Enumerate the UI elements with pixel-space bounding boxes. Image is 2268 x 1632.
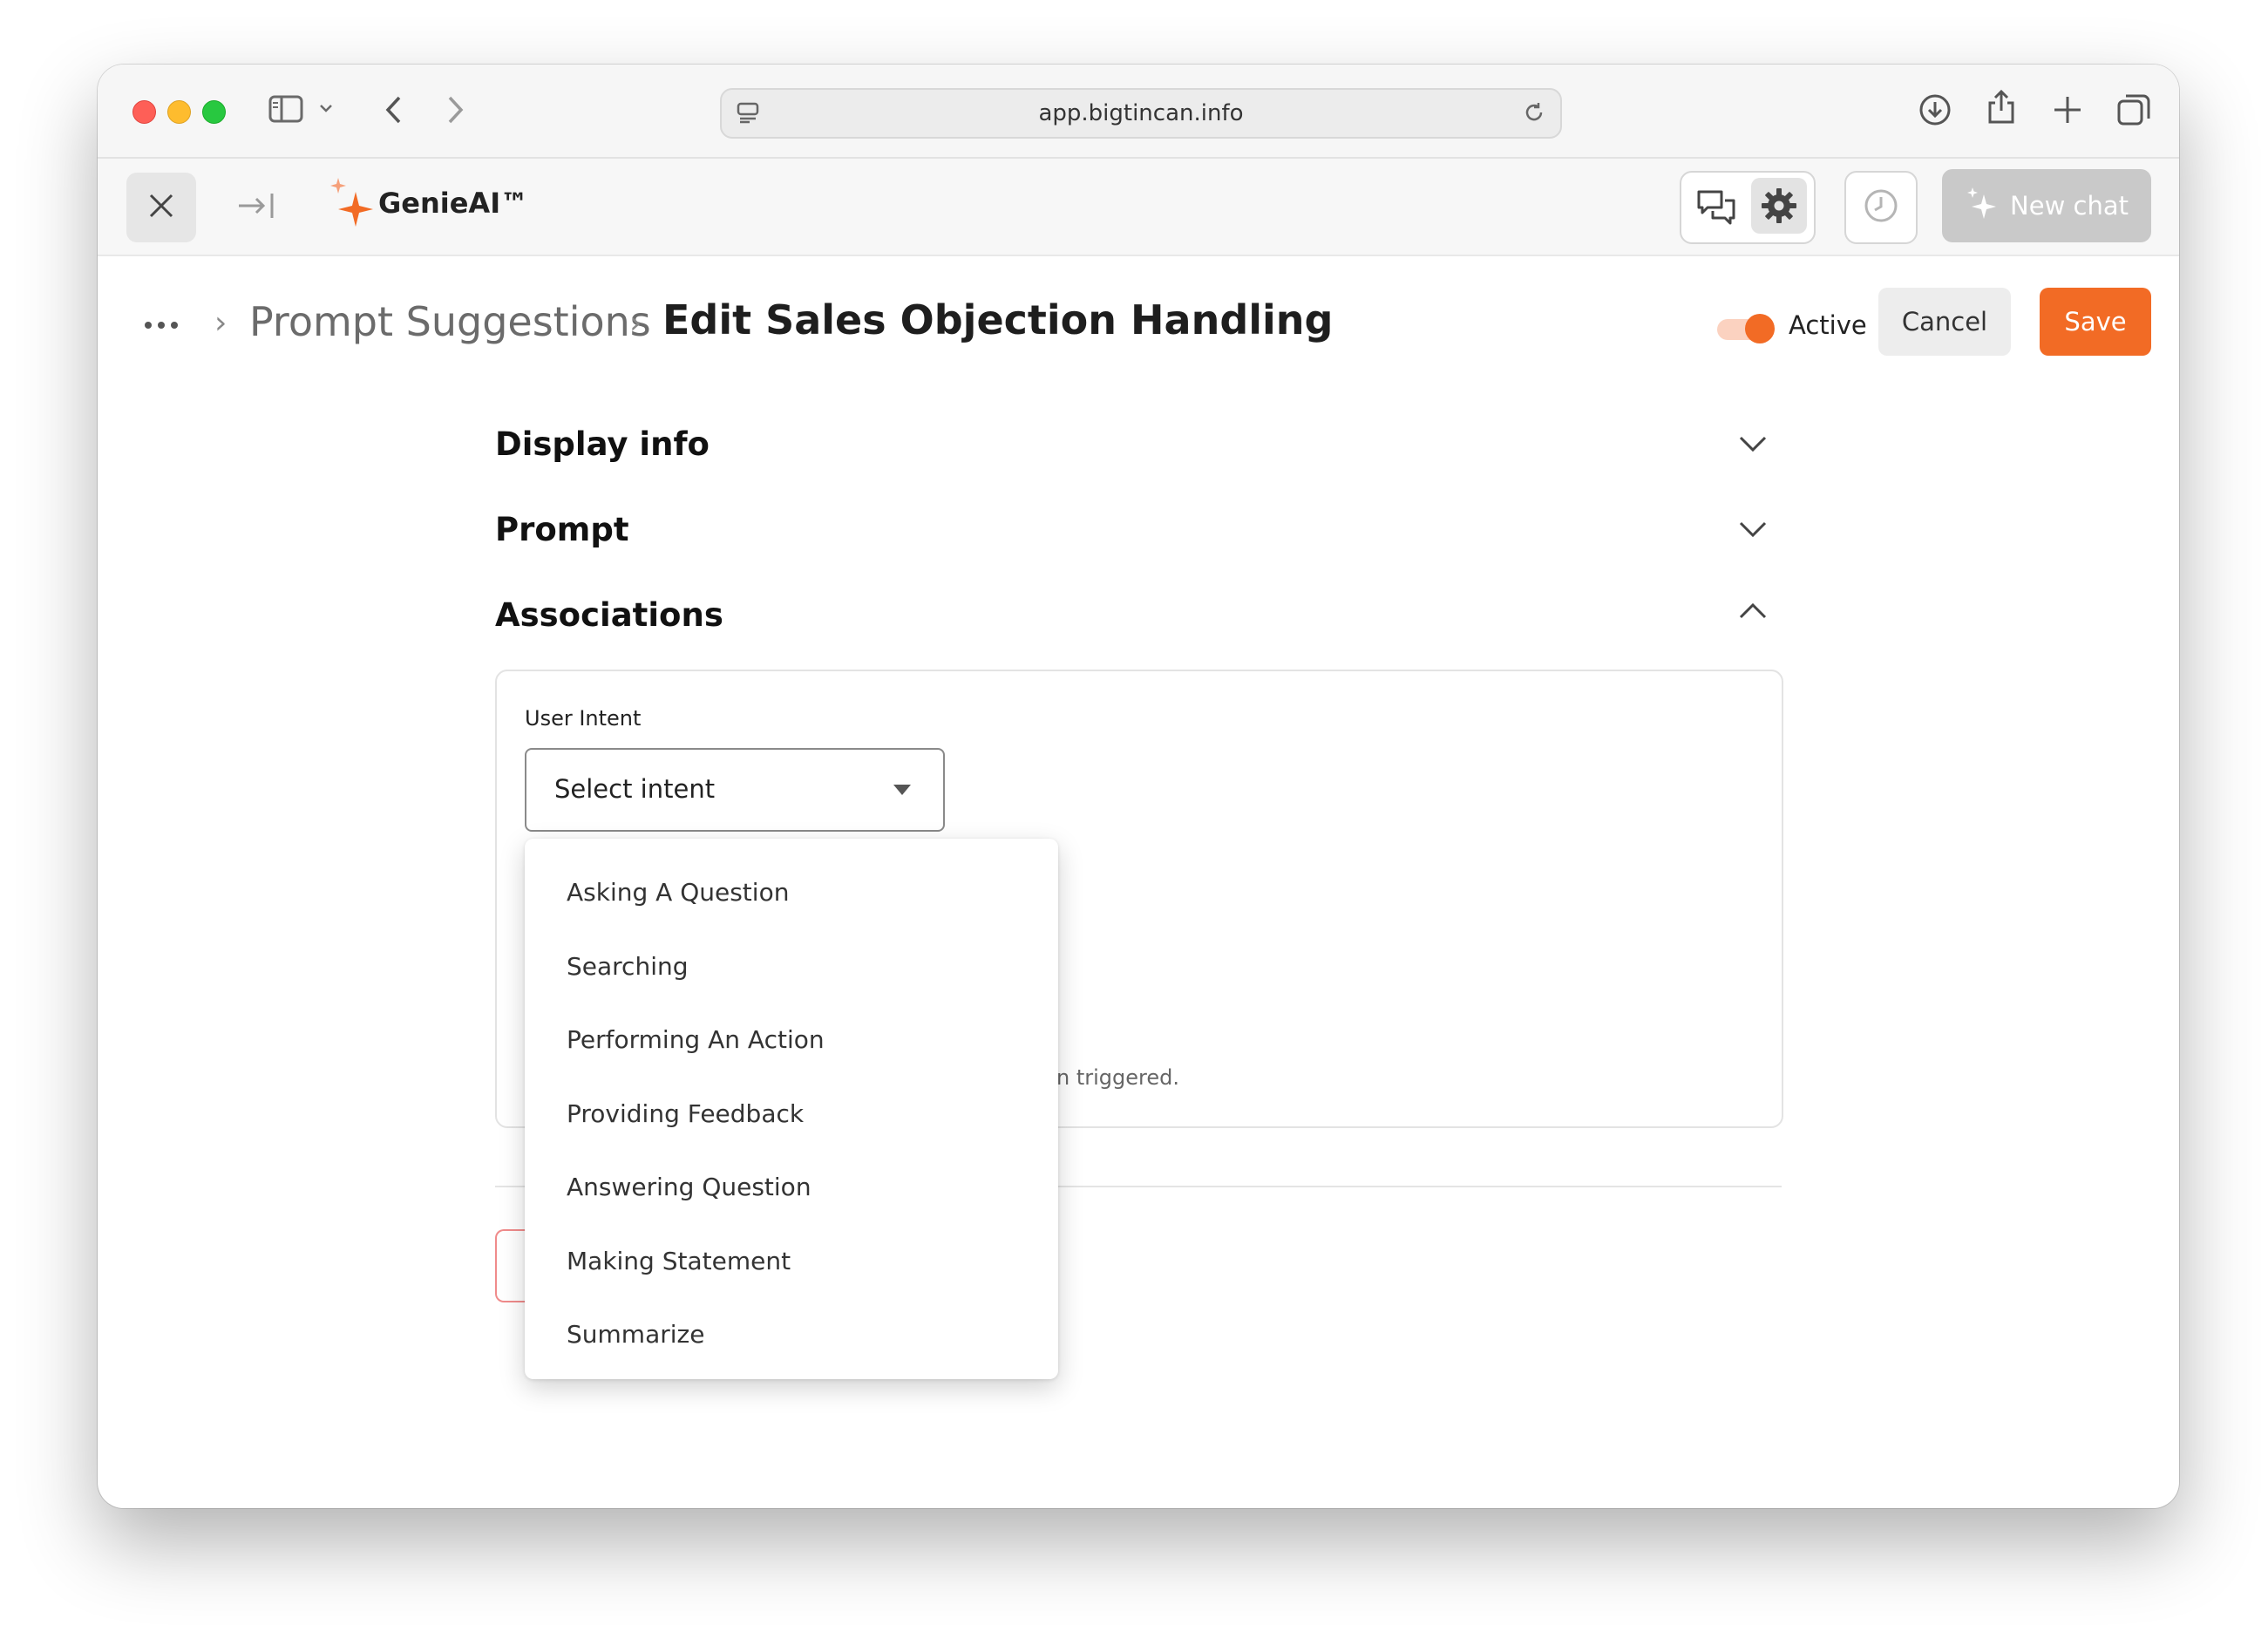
app-brand: GenieAI™ xyxy=(378,187,529,220)
breadcrumb-separator-icon: › xyxy=(214,305,227,341)
intent-option[interactable]: Providing Feedback xyxy=(567,1088,1020,1140)
forward-arrow-icon[interactable] xyxy=(446,94,465,126)
reload-icon[interactable] xyxy=(1522,100,1546,131)
close-panel-button[interactable] xyxy=(126,173,196,242)
sidebar-toggle-icon[interactable] xyxy=(268,94,303,124)
download-icon[interactable] xyxy=(1918,92,1952,127)
sparkle-icon xyxy=(1965,186,2000,227)
back-arrow-icon[interactable] xyxy=(384,94,403,126)
chevron-down-icon[interactable] xyxy=(1738,520,1768,542)
site-info-icon[interactable] xyxy=(736,100,760,131)
toggle-knob xyxy=(1745,314,1775,343)
intent-option[interactable]: Searching xyxy=(567,941,1020,993)
history-button[interactable] xyxy=(1844,171,1918,244)
collapse-panel-icon[interactable] xyxy=(237,188,275,227)
app-header: GenieAI™ New chat xyxy=(98,159,2179,256)
clock-icon xyxy=(1862,187,1900,228)
intent-hint-text: n triggered. xyxy=(1056,1065,1179,1090)
section-associations[interactable]: Associations xyxy=(495,596,723,634)
new-chat-button[interactable]: New chat xyxy=(1942,169,2151,242)
new-chat-label: New chat xyxy=(2010,191,2129,221)
active-label: Active xyxy=(1789,310,1867,340)
chevron-down-icon[interactable] xyxy=(1738,434,1768,457)
intent-option[interactable]: Performing An Action xyxy=(567,1014,1020,1066)
genie-sparkle-logo xyxy=(326,176,378,237)
intent-option[interactable]: Asking A Question xyxy=(567,867,1020,919)
breadcrumb-separator-icon: › xyxy=(629,305,642,341)
section-prompt[interactable]: Prompt xyxy=(495,511,629,548)
view-switcher xyxy=(1680,171,1816,244)
user-intent-label: User Intent xyxy=(525,706,642,731)
select-value: Select intent xyxy=(554,774,716,804)
gear-icon[interactable] xyxy=(1751,178,1807,234)
save-button[interactable]: Save xyxy=(2040,288,2151,356)
share-icon[interactable] xyxy=(1986,87,2017,126)
section-display-info[interactable]: Display info xyxy=(495,425,710,463)
active-toggle[interactable] xyxy=(1717,314,1775,343)
intent-dropdown-menu: Asking A Question Searching Performing A… xyxy=(525,839,1058,1379)
zoom-window-button[interactable] xyxy=(202,100,226,124)
cancel-button[interactable]: Cancel xyxy=(1878,288,2011,356)
intent-option[interactable]: Answering Question xyxy=(567,1161,1020,1214)
tab-overview-icon[interactable] xyxy=(2116,92,2151,127)
chevron-up-icon[interactable] xyxy=(1738,602,1768,624)
chevron-down-icon[interactable] xyxy=(319,103,333,113)
close-window-button[interactable] xyxy=(132,100,156,124)
minimize-window-button[interactable] xyxy=(167,100,191,124)
browser-window: app.bigtincan.info GenieAI™ New chat › P… xyxy=(98,65,2179,1508)
user-intent-select[interactable]: Select intent xyxy=(525,748,945,832)
chat-bubbles-icon[interactable] xyxy=(1695,187,1737,232)
url-text: app.bigtincan.info xyxy=(1038,100,1244,126)
caret-down-icon xyxy=(893,783,912,799)
close-icon xyxy=(146,191,176,224)
breadcrumb-more-icon[interactable] xyxy=(143,317,180,334)
intent-option[interactable]: Making Statement xyxy=(567,1235,1020,1288)
browser-toolbar: app.bigtincan.info xyxy=(98,65,2179,159)
intent-option[interactable]: Summarize xyxy=(567,1309,1020,1361)
breadcrumb-prompt-suggestions[interactable]: Prompt Suggestions xyxy=(249,298,651,345)
address-bar[interactable]: app.bigtincan.info xyxy=(720,88,1562,139)
page-title: Edit Sales Objection Handling xyxy=(662,296,1334,343)
new-tab-icon[interactable] xyxy=(2052,94,2083,126)
